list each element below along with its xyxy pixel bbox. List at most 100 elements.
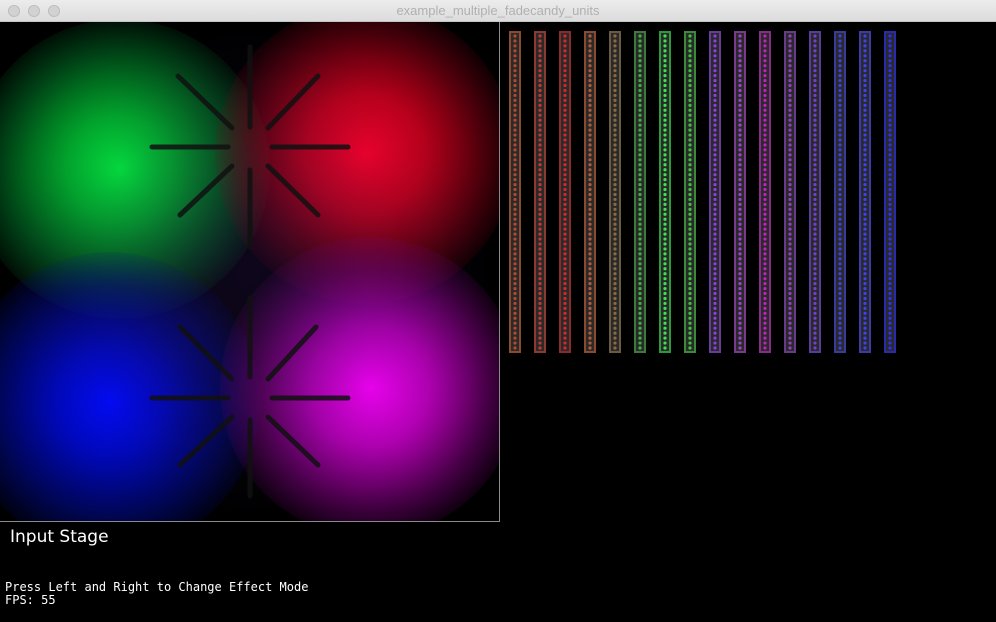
led-pixel xyxy=(813,217,817,221)
led-pixel xyxy=(838,133,842,137)
led-pixel xyxy=(513,222,517,226)
led-strip xyxy=(584,31,596,353)
led-pixel xyxy=(838,88,842,93)
led-pixel xyxy=(538,207,542,211)
led-pixel xyxy=(538,301,542,306)
led-pixel xyxy=(588,113,592,117)
led-pixel xyxy=(788,98,792,102)
led-pixel xyxy=(738,158,742,162)
led-pixel xyxy=(738,78,742,83)
led-pixel xyxy=(863,257,867,261)
led-pixel xyxy=(638,93,642,98)
led-pixel xyxy=(688,69,692,73)
led-pixel xyxy=(663,54,667,58)
led-pixel xyxy=(888,326,892,330)
led-pixel xyxy=(513,291,517,296)
led-pixel xyxy=(663,336,667,340)
led-pixel xyxy=(563,93,567,98)
led-pixel xyxy=(563,237,567,241)
led-pixel xyxy=(713,252,717,256)
led-pixel xyxy=(888,306,892,310)
led-pixel xyxy=(738,296,742,301)
led-pixel xyxy=(613,217,617,221)
led-pixel xyxy=(588,262,592,266)
led-pixel xyxy=(738,88,742,93)
led-pixel xyxy=(513,262,517,266)
led-pixel xyxy=(563,331,567,335)
led-pixel xyxy=(513,69,517,73)
led-pixel xyxy=(888,252,892,256)
led-pixel xyxy=(663,316,667,320)
led-pixel xyxy=(863,296,867,301)
led-pixel xyxy=(688,227,692,231)
led-pixel xyxy=(588,49,592,53)
led-pixel xyxy=(588,178,592,182)
led-pixel xyxy=(813,182,817,187)
led-pixel xyxy=(788,123,792,127)
led-pixel xyxy=(838,49,842,53)
led-pixel xyxy=(713,69,717,73)
led-pixel xyxy=(788,326,792,330)
led-pixel xyxy=(738,118,742,122)
led-pixel xyxy=(788,173,792,177)
led-pixel xyxy=(638,296,642,301)
led-pixel xyxy=(738,242,742,246)
led-strip xyxy=(834,31,846,353)
led-pixel xyxy=(613,118,617,122)
led-pixel xyxy=(588,54,592,58)
led-pixel xyxy=(763,227,767,231)
led-pixel xyxy=(588,286,592,291)
led-pixel xyxy=(888,98,892,102)
led-pixel xyxy=(713,286,717,291)
led-pixel xyxy=(663,39,667,43)
led-pixel xyxy=(813,98,817,102)
led-pixel xyxy=(738,301,742,306)
led-pixel xyxy=(763,69,767,73)
led-pixel xyxy=(863,232,867,236)
led-pixel xyxy=(788,178,792,182)
led-pixel xyxy=(588,168,592,172)
led-pixel xyxy=(888,222,892,226)
led-pixel xyxy=(538,242,542,246)
led-pixel xyxy=(713,138,717,142)
led-pixel xyxy=(638,277,642,281)
led-pixel xyxy=(788,128,792,132)
led-strip xyxy=(634,31,646,353)
led-pixel xyxy=(538,98,542,102)
led-pixel xyxy=(638,316,642,320)
led-pixel xyxy=(713,59,717,63)
led-pixel xyxy=(713,34,717,38)
led-pixel xyxy=(713,331,717,335)
led-pixel xyxy=(663,286,667,291)
led-pixel xyxy=(538,192,542,197)
led-pixel xyxy=(838,237,842,241)
led-pixel xyxy=(663,123,667,127)
led-pixel xyxy=(613,173,617,177)
led-pixel xyxy=(638,242,642,246)
led-pixel xyxy=(613,64,617,68)
led-pixel xyxy=(563,341,567,345)
led-pixel xyxy=(738,346,742,350)
led-pixel xyxy=(763,44,767,48)
led-pixel xyxy=(863,54,867,58)
led-pixel xyxy=(663,158,667,162)
led-pixel xyxy=(813,173,817,177)
led-pixel xyxy=(638,128,642,132)
led-pixel xyxy=(813,311,817,315)
led-pixel xyxy=(738,34,742,38)
led-pixel xyxy=(563,346,567,350)
led-pixel xyxy=(588,296,592,301)
led-pixel xyxy=(863,93,867,98)
led-pixel xyxy=(588,93,592,98)
led-pixel xyxy=(763,286,767,291)
led-pixel xyxy=(813,69,817,73)
led-pixel xyxy=(588,277,592,281)
led-pixel xyxy=(838,59,842,63)
led-pixel xyxy=(638,173,642,177)
led-pixel xyxy=(588,227,592,231)
led-pixel xyxy=(888,321,892,325)
led-pixel xyxy=(663,187,667,192)
led-pixel xyxy=(813,222,817,226)
led-pixel xyxy=(538,74,542,78)
led-pixel xyxy=(863,168,867,172)
